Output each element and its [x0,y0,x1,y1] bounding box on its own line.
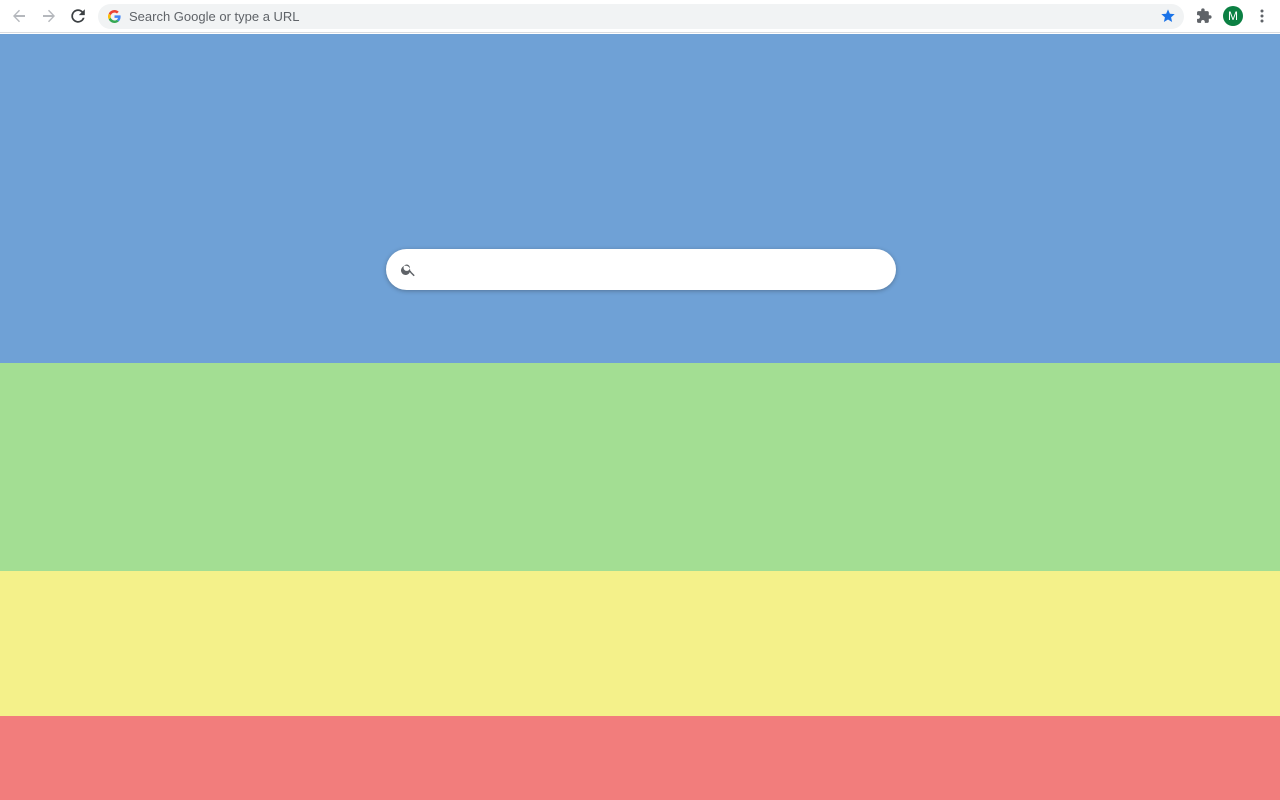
star-icon[interactable] [1160,8,1176,24]
kebab-menu-icon[interactable] [1255,6,1269,26]
omnibox[interactable]: Search Google or type a URL [98,4,1184,29]
reload-button[interactable] [66,4,90,28]
blue-band [0,34,1280,363]
google-g-icon [108,10,121,23]
yellow-band [0,571,1280,716]
search-icon [401,264,415,277]
browser-toolbar: Search Google or type a URL M [0,0,1280,33]
red-band [0,716,1280,800]
profile-avatar[interactable]: M [1223,6,1243,26]
search-box[interactable] [386,249,896,290]
forward-button[interactable] [37,4,61,28]
omnibox-placeholder: Search Google or type a URL [129,9,300,24]
green-band [0,363,1280,571]
arrow-back-icon [13,9,25,23]
reload-icon [71,9,85,23]
arrow-forward-icon [43,9,55,23]
back-button[interactable] [7,4,31,28]
puzzle-icon[interactable] [1194,6,1214,26]
search-input[interactable] [426,249,882,290]
